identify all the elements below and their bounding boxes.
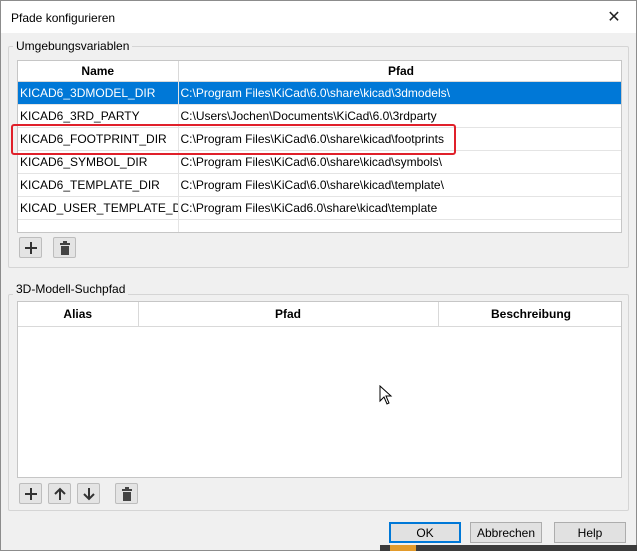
delete-env-var-button[interactable] [53, 237, 76, 258]
add-env-var-button[interactable] [19, 237, 42, 258]
window-title: Pfade konfigurieren [11, 11, 116, 25]
close-icon: ✕ [607, 9, 621, 26]
column-header-path[interactable]: Pfad [178, 61, 621, 82]
column-header-description[interactable]: Beschreibung [438, 302, 621, 327]
env-var-row[interactable]: KICAD6_3DMODEL_DIR C:\Program Files\KiCad… [18, 81, 621, 105]
background-window-strip [380, 545, 637, 551]
cancel-button[interactable]: Abbrechen [470, 522, 542, 543]
env-var-path-cell[interactable]: C:\Program Files\KiCad\6.0\share\kicad\f… [178, 127, 621, 151]
search-path-group-label: 3D-Modell-Suchpfad [13, 282, 129, 296]
env-var-path-cell[interactable]: C:\Program Files\KiCad\6.0\share\kicad\3… [178, 81, 621, 105]
empty-row [18, 219, 621, 232]
column-header-alias[interactable]: Alias [18, 302, 139, 327]
env-var-path-cell[interactable]: C:\Program Files\KiCad\6.0\share\kicad\s… [178, 150, 621, 174]
env-var-row[interactable]: KICAD6_TEMPLATE_DIR C:\Program Files\KiCa… [18, 173, 621, 197]
env-vars-group-label: Umgebungsvariablen [13, 39, 133, 53]
close-button[interactable]: ✕ [592, 1, 636, 33]
env-var-path-cell[interactable]: C:\Users\Jochen\Documents\KiCad\6.0\3rdp… [178, 104, 621, 128]
empty-cell [178, 219, 621, 232]
env-var-name-cell[interactable]: KICAD_USER_TEMPLATE_DIR [18, 196, 179, 220]
env-var-row[interactable]: KICAD6_3RD_PARTY C:\Users\Jochen\Document… [18, 104, 621, 128]
trash-icon [121, 486, 132, 501]
add-search-path-button[interactable] [19, 483, 42, 504]
env-var-path-cell[interactable]: C:\Program Files\KiCad6.0\share\kicad\te… [178, 196, 621, 220]
env-var-name-cell[interactable]: KICAD6_SYMBOL_DIR [18, 150, 179, 174]
plus-icon [24, 241, 37, 254]
env-var-name-cell[interactable]: KICAD6_FOOTPRINT_DIR [18, 127, 179, 151]
arrow-up-icon [53, 487, 66, 500]
search-path-grid[interactable]: Alias Pfad Beschreibung [17, 301, 622, 478]
column-header-name[interactable]: Name [18, 61, 179, 82]
env-vars-grid[interactable]: Name Pfad KICAD6_3DMODEL_DIR C:\Program F… [17, 60, 622, 233]
column-header-path[interactable]: Pfad [138, 302, 439, 327]
ok-button[interactable]: OK [389, 522, 461, 543]
env-var-row[interactable]: KICAD6_FOOTPRINT_DIR C:\Program Files\KiC… [18, 127, 621, 151]
env-var-name-cell[interactable]: KICAD6_3RD_PARTY [18, 104, 179, 128]
background-app-icon [390, 545, 416, 551]
move-down-button[interactable] [77, 483, 100, 504]
env-var-row[interactable]: KICAD6_SYMBOL_DIR C:\Program Files\KiCad\… [18, 150, 621, 174]
plus-icon [24, 487, 37, 500]
env-var-row[interactable]: KICAD_USER_TEMPLATE_DIR C:\Program Files\… [18, 196, 621, 220]
title-bar[interactable]: Pfade konfigurieren ✕ [1, 1, 636, 33]
env-var-name-cell[interactable]: KICAD6_3DMODEL_DIR [18, 81, 179, 105]
delete-search-path-button[interactable] [115, 483, 138, 504]
arrow-down-icon [82, 487, 95, 500]
empty-cell [18, 219, 179, 232]
env-var-name-cell[interactable]: KICAD6_TEMPLATE_DIR [18, 173, 179, 197]
trash-icon [59, 240, 70, 255]
help-button[interactable]: Help [554, 522, 626, 543]
env-var-path-cell[interactable]: C:\Program Files\KiCad\6.0\share\kicad\t… [178, 173, 621, 197]
configure-paths-dialog: Pfade konfigurieren ✕ Umgebungsvariablen… [0, 0, 637, 551]
move-up-button[interactable] [48, 483, 71, 504]
mouse-cursor-icon [379, 385, 393, 405]
